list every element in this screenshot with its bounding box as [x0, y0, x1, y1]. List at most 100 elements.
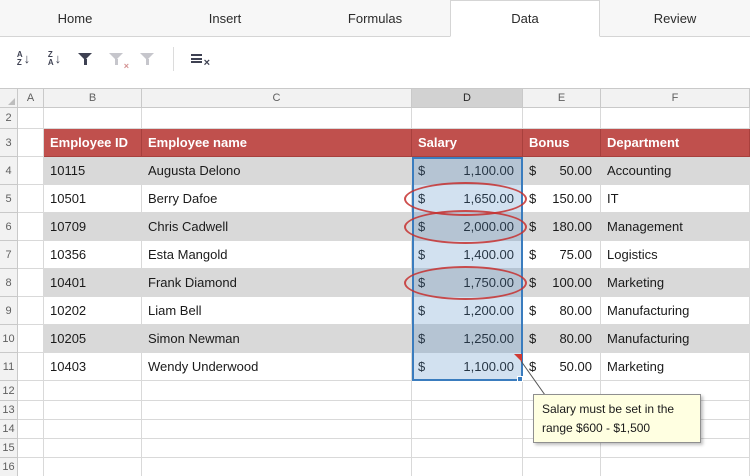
- cell-B16[interactable]: [44, 458, 142, 476]
- row-header-16[interactable]: 16: [0, 458, 18, 476]
- column-header-A[interactable]: A: [18, 89, 44, 108]
- cell-F9[interactable]: Manufacturing: [601, 297, 750, 325]
- cell-D9[interactable]: $1,200.00: [412, 297, 523, 325]
- tab-insert[interactable]: Insert: [150, 0, 300, 36]
- cell-B7[interactable]: 10356: [44, 241, 142, 269]
- cell-E10[interactable]: $80.00: [523, 325, 601, 353]
- cell-D10[interactable]: $1,250.00: [412, 325, 523, 353]
- cell-E13[interactable]: [523, 401, 601, 420]
- row-header-11[interactable]: 11: [0, 353, 18, 381]
- cell-C13[interactable]: [142, 401, 412, 420]
- cell-C7[interactable]: Esta Mangold: [142, 241, 412, 269]
- tab-review[interactable]: Review: [600, 0, 750, 36]
- cell-A3[interactable]: [18, 129, 44, 157]
- cell-C2[interactable]: [142, 108, 412, 129]
- cell-B14[interactable]: [44, 420, 142, 439]
- cell-D15[interactable]: [412, 439, 523, 458]
- clear-validation-circles-button[interactable]: [184, 45, 215, 73]
- row-header-3[interactable]: 3: [0, 129, 18, 157]
- cell-A4[interactable]: [18, 157, 44, 185]
- sort-descending-button[interactable]: [39, 45, 70, 73]
- cell-E11[interactable]: $50.00: [523, 353, 601, 381]
- column-header-D[interactable]: D: [412, 89, 523, 108]
- cell-F5[interactable]: IT: [601, 185, 750, 213]
- cell-D11[interactable]: $1,100.00: [412, 353, 523, 381]
- cell-E2[interactable]: [523, 108, 601, 129]
- cell-C5[interactable]: Berry Dafoe: [142, 185, 412, 213]
- cell-C6[interactable]: Chris Cadwell: [142, 213, 412, 241]
- cell-D8[interactable]: $1,750.00: [412, 269, 523, 297]
- cell-F6[interactable]: Management: [601, 213, 750, 241]
- cell-E7[interactable]: $75.00: [523, 241, 601, 269]
- cell-E8[interactable]: $100.00: [523, 269, 601, 297]
- cell-A9[interactable]: [18, 297, 44, 325]
- cell-D4[interactable]: $1,100.00: [412, 157, 523, 185]
- row-header-6[interactable]: 6: [0, 213, 18, 241]
- cell-A13[interactable]: [18, 401, 44, 420]
- cell-A14[interactable]: [18, 420, 44, 439]
- cell-D5[interactable]: $1,650.00: [412, 185, 523, 213]
- row-header-9[interactable]: 9: [0, 297, 18, 325]
- cell-D14[interactable]: [412, 420, 523, 439]
- cell-E5[interactable]: $150.00: [523, 185, 601, 213]
- row-header-12[interactable]: 12: [0, 381, 18, 401]
- cell-D16[interactable]: [412, 458, 523, 476]
- row-header-10[interactable]: 10: [0, 325, 18, 353]
- cell-E16[interactable]: [523, 458, 601, 476]
- cell-B2[interactable]: [44, 108, 142, 129]
- row-header-13[interactable]: 13: [0, 401, 18, 420]
- cell-D2[interactable]: [412, 108, 523, 129]
- table-header-department[interactable]: Department: [601, 129, 750, 157]
- table-header-employee-name[interactable]: Employee name: [142, 129, 412, 157]
- cell-A8[interactable]: [18, 269, 44, 297]
- filter-button[interactable]: [70, 45, 101, 73]
- cell-A15[interactable]: [18, 439, 44, 458]
- reapply-filter-button[interactable]: [132, 45, 163, 73]
- cell-A11[interactable]: [18, 353, 44, 381]
- cell-F10[interactable]: Manufacturing: [601, 325, 750, 353]
- cell-C9[interactable]: Liam Bell: [142, 297, 412, 325]
- cell-B5[interactable]: 10501: [44, 185, 142, 213]
- cell-B10[interactable]: 10205: [44, 325, 142, 353]
- row-header-7[interactable]: 7: [0, 241, 18, 269]
- row-header-15[interactable]: 15: [0, 439, 18, 458]
- cell-D7[interactable]: $1,400.00: [412, 241, 523, 269]
- cell-E12[interactable]: [523, 381, 601, 401]
- tab-data[interactable]: Data: [450, 0, 600, 37]
- cell-C12[interactable]: [142, 381, 412, 401]
- cell-E4[interactable]: $50.00: [523, 157, 601, 185]
- column-header-C[interactable]: C: [142, 89, 412, 108]
- cell-E6[interactable]: $180.00: [523, 213, 601, 241]
- cell-D12[interactable]: [412, 381, 523, 401]
- column-header-F[interactable]: F: [601, 89, 750, 108]
- cell-F15[interactable]: [601, 439, 750, 458]
- cell-A2[interactable]: [18, 108, 44, 129]
- cell-B12[interactable]: [44, 381, 142, 401]
- cell-F2[interactable]: [601, 108, 750, 129]
- cell-C8[interactable]: Frank Diamond: [142, 269, 412, 297]
- cell-F4[interactable]: Accounting: [601, 157, 750, 185]
- cell-E9[interactable]: $80.00: [523, 297, 601, 325]
- cell-B6[interactable]: 10709: [44, 213, 142, 241]
- table-header-salary[interactable]: Salary: [412, 129, 523, 157]
- row-header-5[interactable]: 5: [0, 185, 18, 213]
- cell-E15[interactable]: [523, 439, 601, 458]
- cell-C11[interactable]: Wendy Underwood: [142, 353, 412, 381]
- row-header-2[interactable]: 2: [0, 108, 18, 129]
- cell-F13[interactable]: [601, 401, 750, 420]
- cell-F16[interactable]: [601, 458, 750, 476]
- tab-formulas[interactable]: Formulas: [300, 0, 450, 36]
- cell-B13[interactable]: [44, 401, 142, 420]
- cell-A16[interactable]: [18, 458, 44, 476]
- cell-F12[interactable]: [601, 381, 750, 401]
- cell-C16[interactable]: [142, 458, 412, 476]
- cell-D13[interactable]: [412, 401, 523, 420]
- cell-D6[interactable]: $2,000.00: [412, 213, 523, 241]
- row-header-4[interactable]: 4: [0, 157, 18, 185]
- cell-E14[interactable]: [523, 420, 601, 439]
- cell-B11[interactable]: 10403: [44, 353, 142, 381]
- cell-A6[interactable]: [18, 213, 44, 241]
- cell-F11[interactable]: Marketing: [601, 353, 750, 381]
- row-header-8[interactable]: 8: [0, 269, 18, 297]
- cell-B4[interactable]: 10115: [44, 157, 142, 185]
